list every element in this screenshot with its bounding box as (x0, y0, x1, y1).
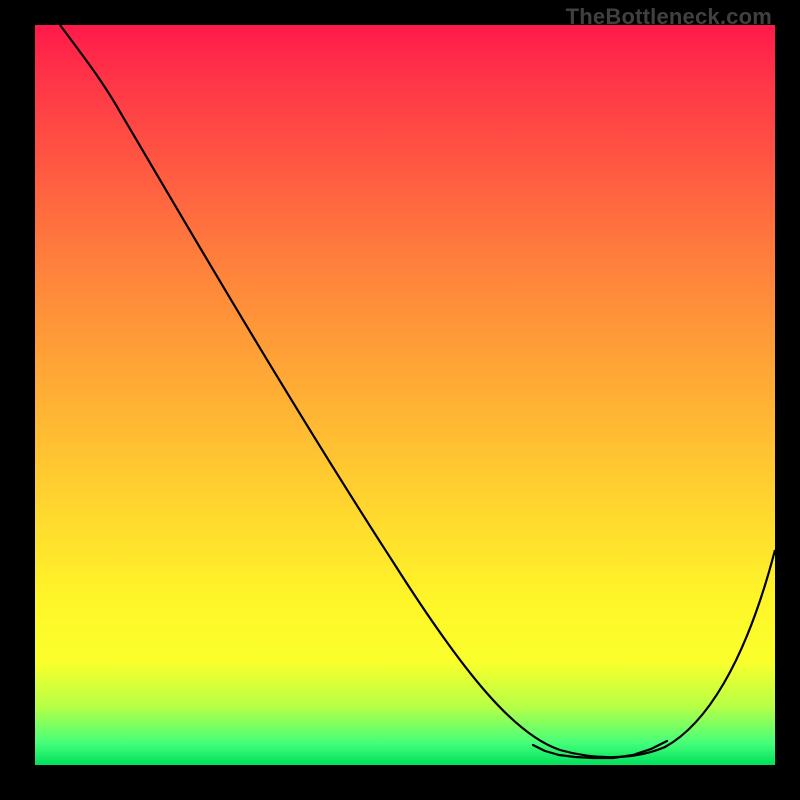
curve-layer (35, 25, 775, 765)
chart-frame: TheBottleneck.com (0, 0, 800, 800)
bottleneck-curve-path (60, 25, 775, 757)
optimal-range-marker (533, 741, 667, 758)
